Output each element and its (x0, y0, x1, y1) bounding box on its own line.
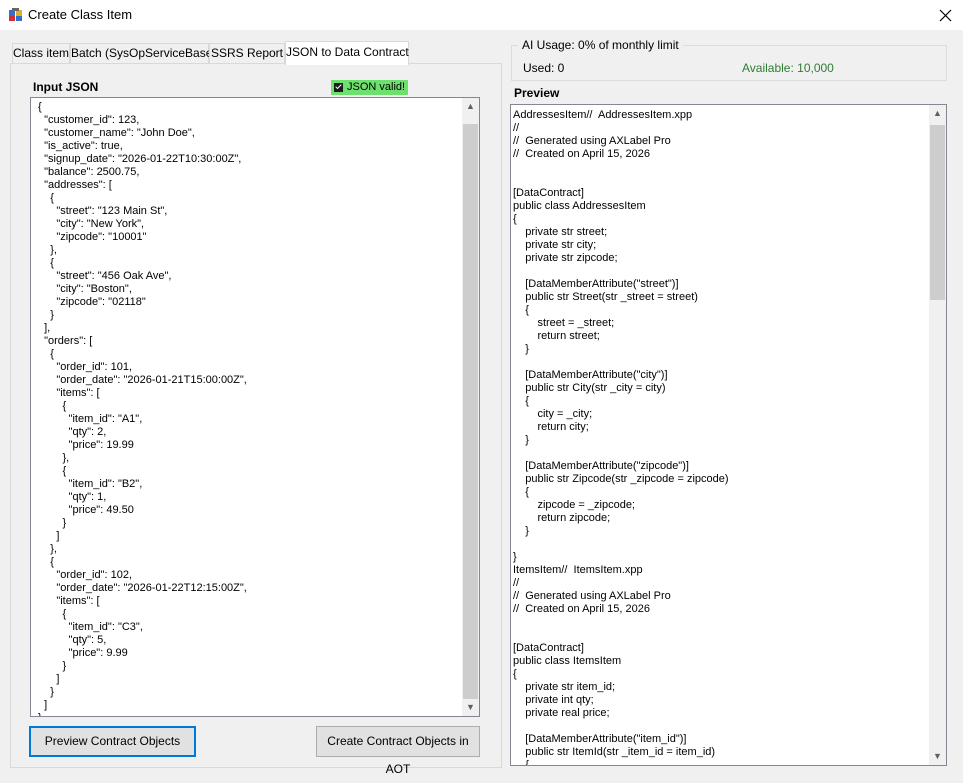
title-bar (0, 0, 963, 30)
scroll-up-arrow-icon[interactable]: ▲ (462, 98, 479, 115)
tab-ssrs-report[interactable]: SSRS Report (209, 43, 285, 63)
available-count: Available: 10,000 (742, 61, 834, 75)
preview-contract-objects-button[interactable]: Preview Contract Objects (29, 726, 196, 757)
json-input-scrollbar[interactable]: ▲ ▼ (462, 98, 479, 716)
input-json-label: Input JSON (33, 80, 99, 94)
json-input-textarea[interactable]: { "customer_id": 123, "customer_name": "… (30, 97, 480, 717)
window-title: Create Class Item (28, 7, 133, 22)
preview-code-text: AddressesItem// AddressesItem.xpp // // … (513, 109, 729, 766)
tab-batch[interactable]: Batch (SysOpServiceBase) (70, 43, 216, 63)
ai-usage-legend: AI Usage: 0% of monthly limit (518, 38, 683, 52)
json-valid-badge: JSON valid! (331, 80, 408, 95)
scroll-thumb[interactable] (463, 124, 478, 699)
tab-class-item[interactable]: Class item (12, 43, 70, 63)
scroll-down-arrow-icon[interactable]: ▼ (929, 748, 946, 765)
checkbox-checked-icon (334, 83, 343, 92)
json-input-text: { "customer_id": 123, "customer_name": "… (38, 101, 247, 716)
scroll-thumb[interactable] (930, 125, 945, 300)
close-icon[interactable] (932, 4, 958, 26)
used-count: Used: 0 (523, 61, 565, 75)
app-icon (9, 8, 22, 21)
preview-textarea[interactable]: AddressesItem// AddressesItem.xpp // // … (510, 104, 947, 766)
preview-scrollbar[interactable]: ▲ ▼ (929, 105, 946, 765)
scroll-down-arrow-icon[interactable]: ▼ (462, 699, 479, 716)
create-contract-objects-aot-button[interactable]: Create Contract Objects in AOT (316, 726, 480, 776)
tab-json-to-data-contract[interactable]: JSON to Data Contract (285, 41, 409, 65)
scroll-up-arrow-icon[interactable]: ▲ (929, 105, 946, 122)
json-valid-text: JSON valid! (347, 81, 406, 93)
preview-label: Preview (514, 86, 560, 100)
